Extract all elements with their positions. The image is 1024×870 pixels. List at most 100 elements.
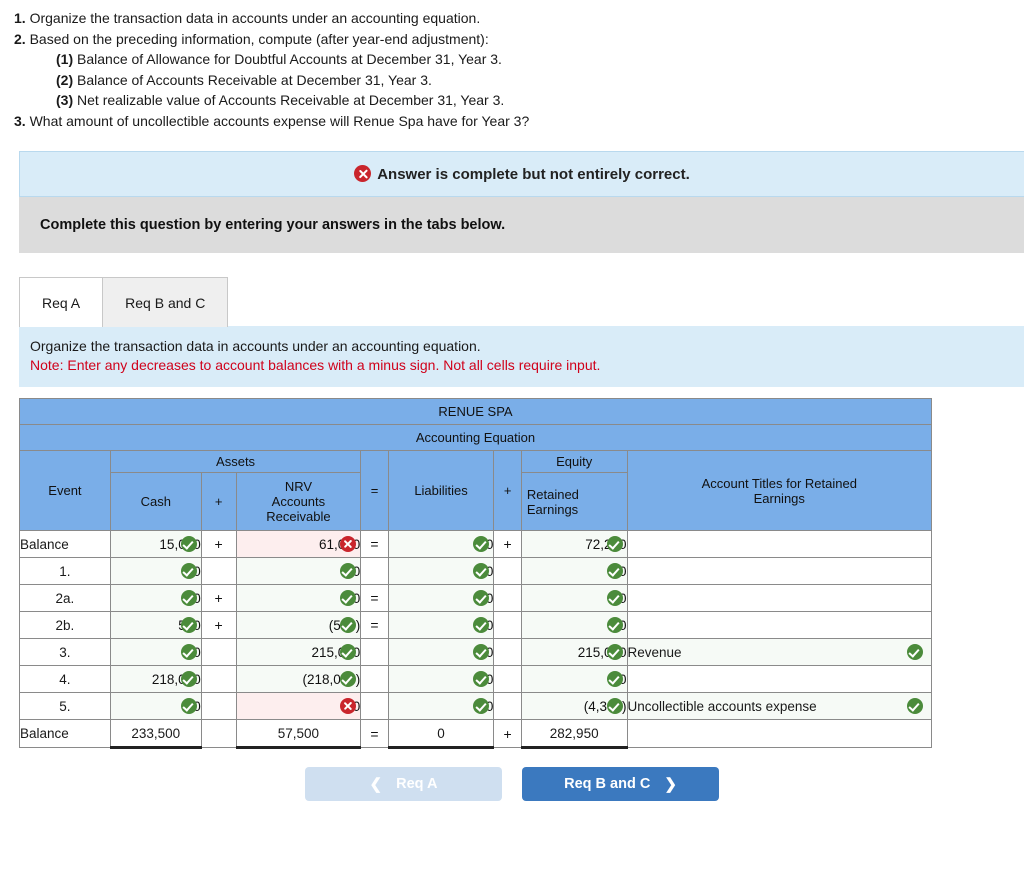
cell-retained-earnings[interactable]: 215,000 [520,638,628,666]
cell-nrv[interactable]: 0 [235,557,362,585]
col-group-equity: Equity [520,450,628,473]
cell-operator-equals: = [360,530,389,558]
check-icon [606,536,623,552]
instruction-bar: Complete this question by entering your … [19,197,1024,253]
table-row: 1. 0 0 0 0 [19,557,933,585]
cell-account-title-value: Uncollectible accounts expense [627,698,817,714]
cell-operator-plus2 [493,557,522,585]
requirement-number: 1. [14,10,26,26]
table-subtitle: Accounting Equation [19,424,932,451]
cell-account-title[interactable] [626,557,933,585]
cell-retained-earnings[interactable]: 0 [520,584,628,612]
check-icon [340,590,357,606]
row-event-label: 2a. [19,584,111,612]
cell-nrv[interactable]: 0 [235,584,362,612]
requirement-number: 3. [14,112,26,129]
tab-req-b-and-c[interactable]: Req B and C [102,277,229,327]
requirement-number: 2. [14,30,26,47]
table-row: 4. 218,000 (218,000) 0 0 [19,665,933,693]
cell-account-title[interactable] [626,584,933,612]
cell-operator-plus2 [493,611,522,639]
prev-req-a-label: Req A [396,776,438,792]
cell-cash[interactable]: 0 [109,557,202,585]
cross-icon [340,698,357,714]
check-icon [180,698,197,714]
cell-operator-plus [200,665,237,693]
cell-liabilities[interactable]: 0 [387,692,495,720]
cell-liabilities[interactable]: 0 [387,557,495,585]
cell-cash[interactable]: 0 [109,692,202,720]
col-header-retained-line1: Retained [526,486,579,502]
check-icon [180,536,197,552]
cell-account-title[interactable] [626,665,933,693]
totals-operator-equals: = [360,719,389,748]
totals-operator-plus2: + [493,719,522,748]
cell-retained-earnings[interactable]: 0 [520,611,628,639]
check-icon [340,617,357,633]
table-row: Balance 15,000 + 61,000 = 0 + 72,250 [19,530,933,558]
check-icon [907,698,923,714]
note-panel: Organize the transaction data in account… [19,326,1024,387]
cell-nrv[interactable]: (218,000) [235,665,362,693]
requirement-number: (2) [56,71,74,88]
instruction-text: Complete this question by entering your … [40,217,506,233]
cell-cash[interactable]: 500 [109,611,202,639]
check-icon [473,698,490,714]
cell-liabilities[interactable]: 0 [387,611,495,639]
cell-operator-equals [360,692,389,720]
row-event-label: 2b. [19,611,111,639]
requirements-list: 1. Organize the transaction data in acco… [0,0,1024,131]
cell-operator-plus2 [493,665,522,693]
cell-retained-earnings[interactable]: 0 [520,557,628,585]
cell-nrv[interactable]: 0 [235,692,362,720]
cell-liabilities[interactable]: 0 [387,665,495,693]
requirement-sub-item: (2) Balance of Accounts Receivable at De… [0,70,1024,91]
cell-account-title[interactable]: Uncollectible accounts expense [626,692,933,720]
check-icon [606,590,623,606]
cell-retained-earnings[interactable]: 72,250 [520,530,628,558]
cell-account-title[interactable] [626,611,933,639]
requirement-text: What amount of uncollectible accounts ex… [29,112,530,129]
cell-cash[interactable]: 15,000 [109,530,202,558]
tab-req-a[interactable]: Req A [19,277,104,327]
col-header-account-titles: Account Titles for Retained Earnings [626,450,933,531]
cell-operator-plus [200,692,237,720]
col-header-cash: Cash [109,472,202,531]
row-event-label: 4. [19,665,111,693]
cell-liabilities[interactable]: 0 [387,530,495,558]
check-icon [473,590,490,606]
navigation-buttons: ❮ Req A Req B and C ❯ [0,767,1024,801]
cell-retained-earnings[interactable]: 0 [520,665,628,693]
cell-retained-earnings[interactable]: (4,300) [520,692,628,720]
totals-liabilities: 0 [387,719,495,749]
cell-account-title[interactable]: Revenue [626,638,933,666]
prev-req-a-button[interactable]: ❮ Req A [305,767,502,801]
col-group-assets: Assets [109,450,362,473]
cell-nrv[interactable]: 215,000 [235,638,362,666]
chevron-left-icon: ❮ [369,776,383,793]
cell-operator-plus2: + [493,530,522,558]
note-instruction: Organize the transaction data in account… [30,338,481,354]
cell-operator-plus2 [493,584,522,612]
check-icon [180,671,197,687]
table-row: 3. 0 215,000 0 215,000 Revenue [19,638,933,666]
check-icon [340,644,357,660]
col-header-liabilities: Liabilities [387,450,495,531]
cell-operator-plus2 [493,638,522,666]
next-req-b-and-c-label: Req B and C [564,776,651,792]
col-header-retained-earnings: Retained Earnings [520,472,628,531]
answer-status-text: Answer is complete but not entirely corr… [377,166,690,183]
cell-account-title[interactable] [626,530,933,558]
cell-cash[interactable]: 218,000 [109,665,202,693]
cell-cash[interactable]: 0 [109,584,202,612]
cell-cash[interactable]: 0 [109,638,202,666]
check-icon [606,671,623,687]
cell-nrv[interactable]: 61,000 [235,530,362,558]
requirement-text: Balance of Allowance for Doubtful Accoun… [77,51,502,67]
cell-liabilities[interactable]: 0 [387,584,495,612]
cell-nrv[interactable]: (500) [235,611,362,639]
cell-operator-equals [360,557,389,585]
next-req-b-and-c-button[interactable]: Req B and C ❯ [522,767,719,801]
cell-liabilities[interactable]: 0 [387,638,495,666]
totals-event-label: Balance [19,719,111,748]
